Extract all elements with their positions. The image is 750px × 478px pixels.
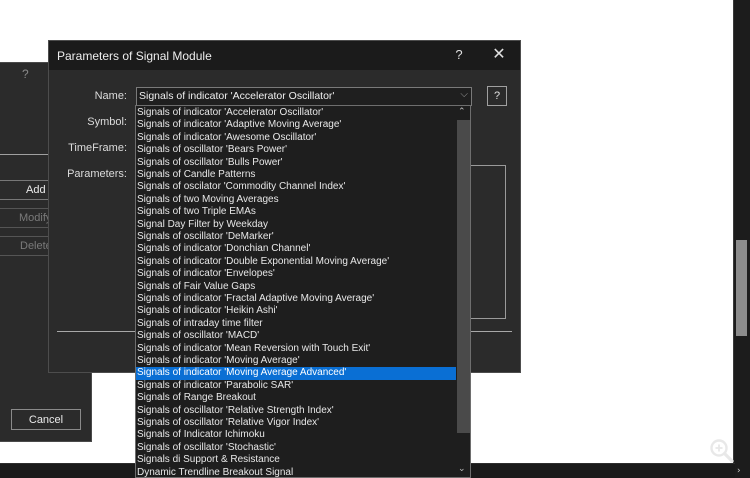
name-select[interactable]: Signals of indicator 'Accelerator Oscill… bbox=[136, 87, 472, 106]
parameters-table[interactable] bbox=[469, 165, 506, 319]
dropdown-option[interactable]: Signals of indicator 'Heikin Ashi' bbox=[136, 305, 456, 317]
help-button[interactable]: ? bbox=[487, 86, 507, 106]
dropdown-option[interactable]: Signals of intraday time filter bbox=[136, 318, 456, 330]
dropdown-option[interactable]: Signals of two Moving Averages bbox=[136, 194, 456, 206]
cancel-button[interactable]: Cancel bbox=[11, 409, 81, 430]
dropdown-option[interactable]: Signals of indicator 'Fractal Adaptive M… bbox=[136, 293, 456, 305]
parameters-label: Parameters: bbox=[67, 168, 127, 180]
dropdown-option[interactable]: Signals of indicator 'Moving Average' bbox=[136, 355, 456, 367]
right-scrollbar[interactable] bbox=[733, 0, 750, 478]
dropdown-scrollbar-thumb[interactable] bbox=[457, 120, 470, 433]
dropdown-option[interactable]: Signals of oscillator 'DeMarker' bbox=[136, 231, 456, 243]
dropdown-option[interactable]: Signals of Candle Patterns bbox=[136, 169, 456, 181]
dropdown-option[interactable]: Signals of oscillator 'Relative Vigor In… bbox=[136, 417, 456, 429]
dropdown-option[interactable]: Signals of indicator 'Mean Reversion wit… bbox=[136, 343, 456, 355]
dropdown-option[interactable]: Signals of indicator 'Adaptive Moving Av… bbox=[136, 119, 456, 131]
symbol-label: Symbol: bbox=[87, 116, 127, 128]
name-label: Name: bbox=[94, 90, 127, 102]
dropdown-option[interactable]: Dynamic Trendline Breakout Signal bbox=[136, 467, 456, 477]
dropdown-option[interactable]: Signals of Range Breakout bbox=[136, 392, 456, 404]
bg-separator bbox=[0, 154, 52, 155]
dialog-titlebar[interactable]: Parameters of Signal Module ? ✕ bbox=[49, 41, 520, 70]
dropdown-option[interactable]: Signals of indicator 'Parabolic SAR' bbox=[136, 380, 456, 392]
name-select-value: Signals of indicator 'Accelerator Oscill… bbox=[139, 90, 335, 102]
bg-help-icon[interactable]: ? bbox=[22, 67, 29, 81]
delete-button[interactable]: Delete bbox=[0, 236, 52, 256]
close-icon[interactable]: ✕ bbox=[489, 44, 509, 63]
chevron-down-icon[interactable]: ⌵ bbox=[460, 89, 468, 100]
modify-button[interactable]: Modify bbox=[0, 208, 52, 228]
name-dropdown-list[interactable]: Signals of indicator 'Accelerator Oscill… bbox=[135, 105, 471, 478]
scroll-down-icon[interactable]: ⌄ bbox=[458, 464, 466, 474]
dropdown-option[interactable]: Signals of indicator 'Double Exponential… bbox=[136, 256, 456, 268]
dropdown-option[interactable]: Signals of indicator 'Envelopes' bbox=[136, 268, 456, 280]
dropdown-option[interactable]: Signals of indicator 'Accelerator Oscill… bbox=[136, 107, 456, 119]
dropdown-option[interactable]: Signals of two Triple EMAs bbox=[136, 206, 456, 218]
dropdown-option[interactable]: Signals of oscillator 'Stochastic' bbox=[136, 442, 456, 454]
scroll-up-icon[interactable]: ⌃ bbox=[458, 107, 466, 117]
scroll-right-arrow-icon[interactable]: › bbox=[737, 466, 741, 476]
dropdown-option[interactable]: Signals of oscilator 'Commodity Channel … bbox=[136, 181, 456, 193]
right-scrollbar-thumb[interactable] bbox=[736, 240, 747, 336]
dropdown-option[interactable]: Signal Day Filter by Weekday bbox=[136, 219, 456, 231]
timeframe-label: TimeFrame: bbox=[68, 142, 127, 154]
dropdown-option[interactable]: Signals of Fair Value Gaps bbox=[136, 281, 456, 293]
title-help-icon[interactable]: ? bbox=[452, 47, 466, 62]
dropdown-option[interactable]: Signals of indicator 'Donchian Channel' bbox=[136, 243, 456, 255]
dropdown-option[interactable]: Signals of indicator 'Moving Average Adv… bbox=[136, 367, 456, 380]
dropdown-option[interactable]: Signals of oscillator 'Bears Power' bbox=[136, 144, 456, 156]
dropdown-option[interactable]: Signals of oscillator 'Relative Strength… bbox=[136, 405, 456, 417]
dropdown-option[interactable]: Signals of Indicator Ichimoku bbox=[136, 429, 456, 441]
dropdown-option[interactable]: Signals of indicator 'Awesome Oscillator… bbox=[136, 132, 456, 144]
zoom-in-icon[interactable] bbox=[708, 437, 738, 467]
dropdown-option[interactable]: Signals di Support & Resistance bbox=[136, 454, 456, 466]
dialog-title: Parameters of Signal Module bbox=[57, 49, 212, 63]
dropdown-option[interactable]: Signals of oscillator 'MACD' bbox=[136, 330, 456, 342]
add-button[interactable]: Add bbox=[0, 180, 52, 200]
dropdown-option[interactable]: Signals of oscillator 'Bulls Power' bbox=[136, 157, 456, 169]
